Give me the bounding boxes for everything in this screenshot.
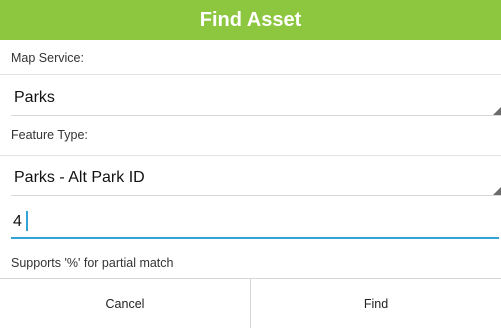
map-service-label: Map Service: bbox=[11, 51, 84, 65]
dialog-title-bar: Find Asset bbox=[0, 0, 501, 40]
asset-id-input[interactable] bbox=[13, 211, 483, 233]
spinner-underline bbox=[11, 195, 501, 196]
map-service-selected: Parks bbox=[14, 89, 55, 106]
partial-match-hint: Supports '%' for partial match bbox=[11, 256, 174, 270]
cancel-button[interactable]: Cancel bbox=[0, 279, 250, 328]
dialog-button-bar: Cancel Find bbox=[0, 278, 501, 328]
text-cursor bbox=[26, 211, 28, 231]
divider bbox=[0, 74, 501, 75]
dropdown-triangle-icon bbox=[493, 187, 501, 195]
feature-type-label: Feature Type: bbox=[11, 128, 88, 142]
feature-type-selected: Parks - Alt Park ID bbox=[14, 169, 145, 186]
asset-id-field[interactable] bbox=[11, 203, 499, 239]
map-service-dropdown[interactable]: Parks bbox=[11, 80, 501, 116]
find-asset-dialog: Find Asset Map Service: Parks Feature Ty… bbox=[0, 0, 501, 328]
divider bbox=[0, 155, 501, 156]
dialog-title: Find Asset bbox=[199, 8, 302, 31]
find-button[interactable]: Find bbox=[250, 279, 501, 328]
spinner-underline bbox=[11, 115, 501, 116]
feature-type-dropdown[interactable]: Parks - Alt Park ID bbox=[11, 160, 501, 196]
dropdown-triangle-icon bbox=[493, 107, 501, 115]
